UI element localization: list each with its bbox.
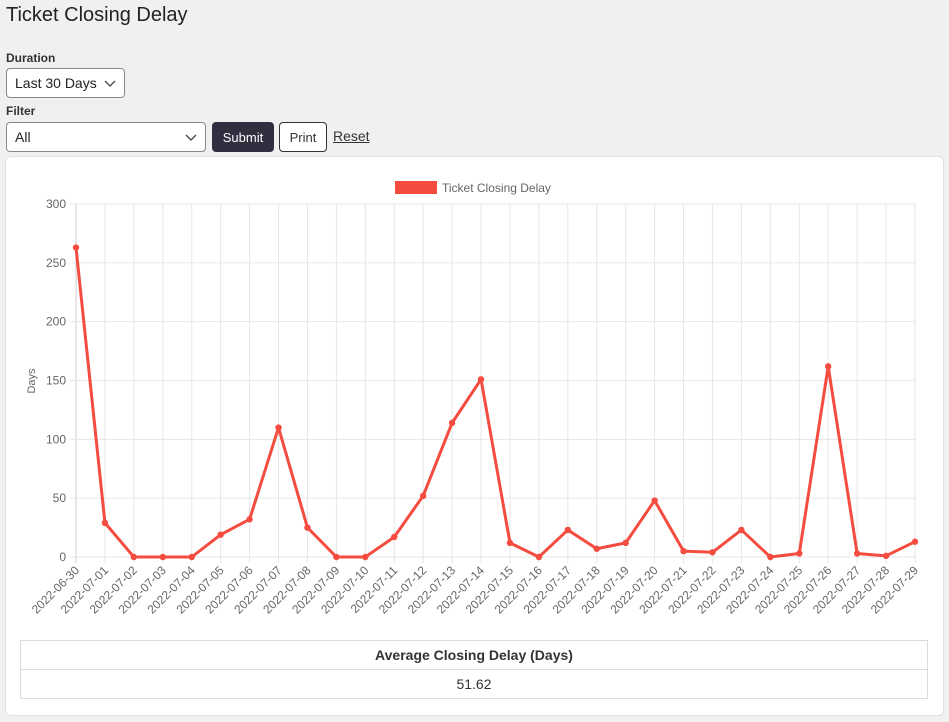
y-axis-title: Days xyxy=(26,368,38,394)
y-tick-label: 0 xyxy=(59,550,66,564)
x-tick-labels: 2022-06-302022-07-012022-07-022022-07-03… xyxy=(29,563,922,617)
data-point[interactable] xyxy=(362,553,369,561)
series-line xyxy=(74,247,916,559)
average-header: Average Closing Delay (Days) xyxy=(20,640,928,670)
legend-swatch xyxy=(395,181,437,194)
y-tick-label: 250 xyxy=(46,256,66,270)
data-point[interactable] xyxy=(188,553,195,561)
legend[interactable]: Ticket Closing Delay xyxy=(395,181,551,195)
data-point[interactable] xyxy=(506,539,514,547)
average-value: 51.62 xyxy=(20,669,928,699)
data-point[interactable] xyxy=(853,550,861,557)
data-point[interactable] xyxy=(911,538,919,545)
y-tick-label: 50 xyxy=(53,491,67,505)
line-chart: 0 50 100 150 200 250 300 2022-06-302022-07-012… xyxy=(26,181,922,617)
data-point[interactable] xyxy=(535,553,543,561)
data-point[interactable] xyxy=(593,545,600,552)
data-point[interactable] xyxy=(477,376,485,383)
data-point[interactable] xyxy=(333,553,340,561)
data-point[interactable] xyxy=(304,524,311,531)
y-tick-label: 300 xyxy=(46,197,66,211)
data-point[interactable] xyxy=(419,492,427,500)
data-point[interactable] xyxy=(275,424,282,431)
legend-label: Ticket Closing Delay xyxy=(442,181,551,195)
data-point[interactable] xyxy=(564,526,572,534)
data-point[interactable] xyxy=(622,539,629,547)
data-point[interactable] xyxy=(130,553,138,561)
data-point[interactable] xyxy=(72,244,80,251)
data-point[interactable] xyxy=(882,552,890,560)
average-table: Average Closing Delay (Days) 51.62 xyxy=(20,640,928,699)
data-point[interactable] xyxy=(448,419,456,427)
y-tick-label: 150 xyxy=(46,374,66,388)
data-point[interactable] xyxy=(101,519,109,527)
data-point[interactable] xyxy=(217,531,224,538)
data-point[interactable] xyxy=(159,553,166,561)
x-gridlines xyxy=(75,204,916,563)
y-gridlines xyxy=(70,203,915,558)
data-point[interactable] xyxy=(651,497,658,504)
data-point[interactable] xyxy=(391,533,398,541)
data-point[interactable] xyxy=(796,550,803,557)
data-point[interactable] xyxy=(767,553,774,561)
data-points xyxy=(72,244,919,561)
y-tick-label: 100 xyxy=(46,432,66,446)
data-point[interactable] xyxy=(738,526,745,534)
data-point[interactable] xyxy=(709,549,716,556)
data-point[interactable] xyxy=(825,363,832,370)
data-point[interactable] xyxy=(680,547,687,555)
y-tick-label: 200 xyxy=(46,315,66,329)
data-point[interactable] xyxy=(246,516,253,523)
y-tick-labels: 0 50 100 150 200 250 300 xyxy=(46,197,66,564)
